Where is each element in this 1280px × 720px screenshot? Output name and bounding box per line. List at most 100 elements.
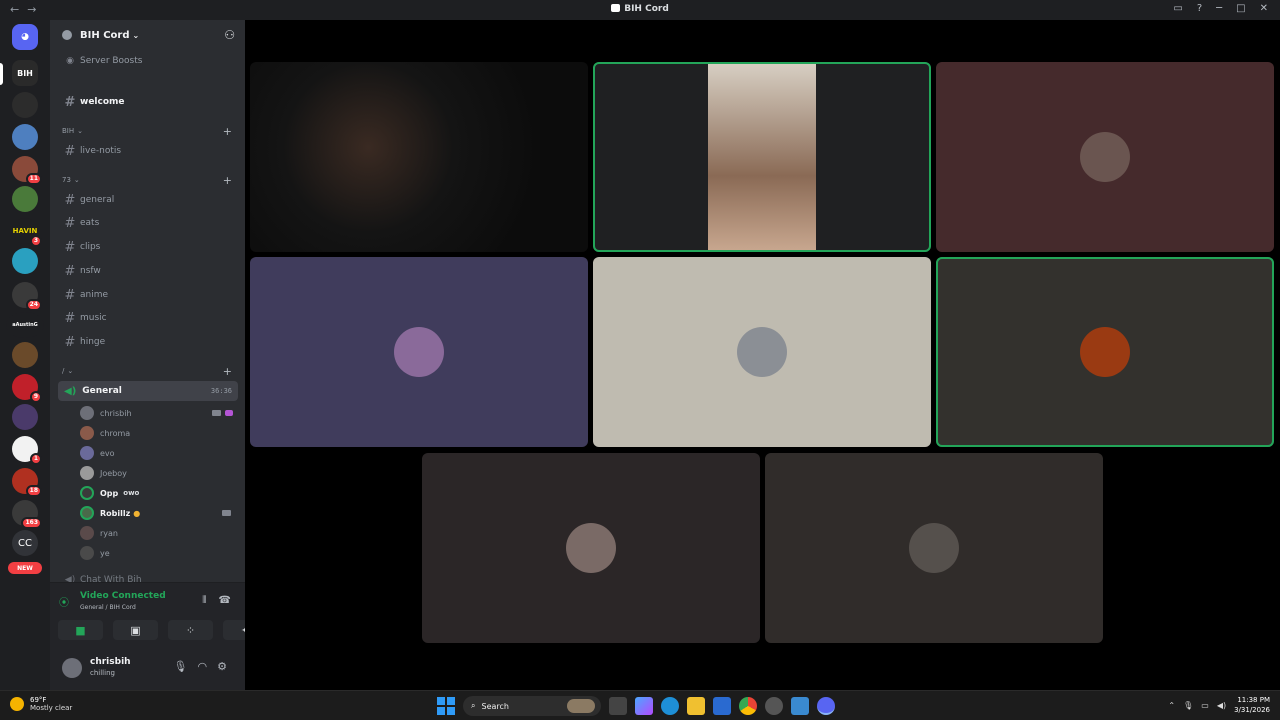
- server-15[interactable]: 163: [12, 500, 42, 529]
- server-11[interactable]: 9: [12, 374, 42, 403]
- participant-tile-8[interactable]: [765, 453, 1103, 643]
- emoji-icon: ●: [133, 508, 141, 518]
- participant-tile-5[interactable]: [593, 257, 931, 447]
- discord-icon[interactable]: [817, 697, 835, 715]
- add-channel-icon[interactable]: +: [223, 174, 232, 187]
- server-8[interactable]: 24: [12, 282, 42, 311]
- channel-music[interactable]: # music: [58, 308, 238, 328]
- user-tag: owo: [123, 489, 140, 497]
- voice-user[interactable]: ryan: [80, 523, 235, 543]
- voice-user[interactable]: chrisbih: [80, 403, 235, 423]
- inbox-icon[interactable]: ▭: [1173, 3, 1182, 14]
- voice-user[interactable]: evo: [80, 443, 235, 463]
- server-bih-cord[interactable]: BIH: [12, 60, 38, 86]
- notepad-icon[interactable]: [791, 697, 809, 715]
- channel-clips[interactable]: # clips: [58, 237, 238, 257]
- participant-tile-7[interactable]: [422, 453, 760, 643]
- mention-badge: 18: [25, 485, 42, 497]
- window-controls: ▭ ? ─ □ ✕: [1173, 3, 1268, 14]
- channel-nsfw[interactable]: # nsfw: [58, 261, 238, 281]
- server-4[interactable]: 11: [12, 156, 42, 185]
- channel-label: anime: [80, 290, 109, 300]
- participant-tile-6[interactable]: [936, 257, 1274, 447]
- screen-share-button[interactable]: ▣: [113, 620, 158, 640]
- server-cc[interactable]: CC: [12, 530, 38, 556]
- avatar[interactable]: [62, 658, 82, 678]
- microphone-icon[interactable]: 🎙: [1183, 701, 1193, 710]
- hash-icon: #: [64, 263, 76, 279]
- speaker-icon: ◀): [64, 385, 77, 397]
- server-5[interactable]: [12, 186, 38, 212]
- windows-start-icon[interactable]: [437, 697, 455, 715]
- channel-live-notis[interactable]: # live-notis: [58, 141, 238, 161]
- server-3[interactable]: [12, 124, 38, 150]
- server-boosts-link[interactable]: ◉ Server Boosts: [58, 51, 238, 71]
- microphone-icon[interactable]: 🎙: [174, 660, 188, 673]
- category-bih[interactable]: BIH ⌄ +: [62, 125, 232, 138]
- gear-icon[interactable]: ⚙: [217, 660, 227, 673]
- voice-user[interactable]: ye: [80, 543, 235, 563]
- server-14[interactable]: 18: [12, 468, 42, 497]
- help-icon[interactable]: ?: [1197, 3, 1202, 14]
- voice-status[interactable]: Video Connected: [80, 591, 166, 601]
- username[interactable]: chrisbih: [90, 657, 131, 667]
- channel-label: nsfw: [80, 266, 101, 276]
- voice-user[interactable]: Joeboy: [80, 463, 235, 483]
- voice-location[interactable]: General / BIH Cord: [80, 604, 136, 611]
- noise-suppression-icon[interactable]: ⦀: [202, 595, 206, 606]
- camera-icon: [212, 410, 221, 416]
- network-icon[interactable]: ▭: [1201, 701, 1209, 710]
- server-7[interactable]: [12, 248, 38, 274]
- chevron-up-icon[interactable]: ⌃: [1168, 701, 1175, 710]
- volume-icon[interactable]: ◀): [1217, 701, 1226, 710]
- channel-hinge[interactable]: # hinge: [58, 332, 238, 352]
- voice-user[interactable]: Robillz ●: [80, 503, 235, 523]
- maximize-button[interactable]: □: [1236, 3, 1245, 14]
- chevron-down-icon: ⌄: [77, 127, 84, 135]
- file-explorer-icon[interactable]: [687, 697, 705, 715]
- add-channel-icon[interactable]: +: [223, 365, 232, 378]
- channel-label: general: [80, 195, 115, 205]
- disconnect-icon[interactable]: ☎: [219, 595, 231, 606]
- voice-channel-general[interactable]: ◀) General 36:36: [58, 381, 238, 401]
- channel-eats[interactable]: # eats: [58, 213, 238, 233]
- channel-anime[interactable]: # anime: [58, 285, 238, 305]
- server-2[interactable]: [12, 92, 38, 118]
- user-panel: chrisbih chilling 🎙 ◠ ⚙: [50, 648, 245, 690]
- edge-icon[interactable]: [661, 697, 679, 715]
- copilot-icon[interactable]: [635, 697, 653, 715]
- chrome-icon[interactable]: [739, 697, 757, 715]
- invite-icon[interactable]: ⚇: [224, 28, 235, 42]
- add-channel-icon[interactable]: +: [223, 125, 232, 138]
- category-73[interactable]: 73 ⌄ +: [62, 174, 232, 187]
- weather-widget[interactable]: 69°F Mostly clear: [10, 696, 72, 712]
- camera-button[interactable]: ■: [58, 620, 103, 640]
- activities-button[interactable]: ⁘: [168, 620, 213, 640]
- store-icon[interactable]: [713, 697, 731, 715]
- participant-tile-4[interactable]: [250, 257, 588, 447]
- time: 11:38 PM: [1237, 696, 1270, 704]
- server-13[interactable]: 1: [12, 436, 42, 465]
- voice-user[interactable]: Opp owo: [80, 483, 235, 503]
- discord-home-icon[interactable]: ◕: [12, 24, 38, 50]
- close-button[interactable]: ✕: [1260, 3, 1268, 14]
- channel-welcome[interactable]: # welcome: [58, 92, 238, 112]
- taskbar-search[interactable]: ⌕ Search: [463, 696, 601, 716]
- server-12[interactable]: [12, 404, 38, 430]
- task-view-icon[interactable]: [609, 697, 627, 715]
- channel-general[interactable]: # general: [58, 190, 238, 210]
- clock[interactable]: 11:38 PM 3/31/2026: [1234, 695, 1270, 715]
- minimize-button[interactable]: ─: [1216, 3, 1222, 14]
- category-slash[interactable]: / ⌄ +: [62, 365, 232, 378]
- weather-text: Mostly clear: [30, 704, 73, 712]
- server-austin[interactable]: aAustinG: [6, 312, 44, 338]
- server-header[interactable]: BIH Cord ⌄ ⚇: [50, 20, 245, 50]
- headphones-icon[interactable]: ◠: [198, 660, 208, 673]
- video-tile-1[interactable]: [250, 62, 588, 252]
- voice-user[interactable]: chroma: [80, 423, 235, 443]
- server-10[interactable]: [12, 342, 38, 368]
- video-tile-2[interactable]: [593, 62, 931, 252]
- participant-tile-3[interactable]: [936, 62, 1274, 252]
- server-havin[interactable]: HAVIN 3: [12, 218, 42, 247]
- app-icon[interactable]: [765, 697, 783, 715]
